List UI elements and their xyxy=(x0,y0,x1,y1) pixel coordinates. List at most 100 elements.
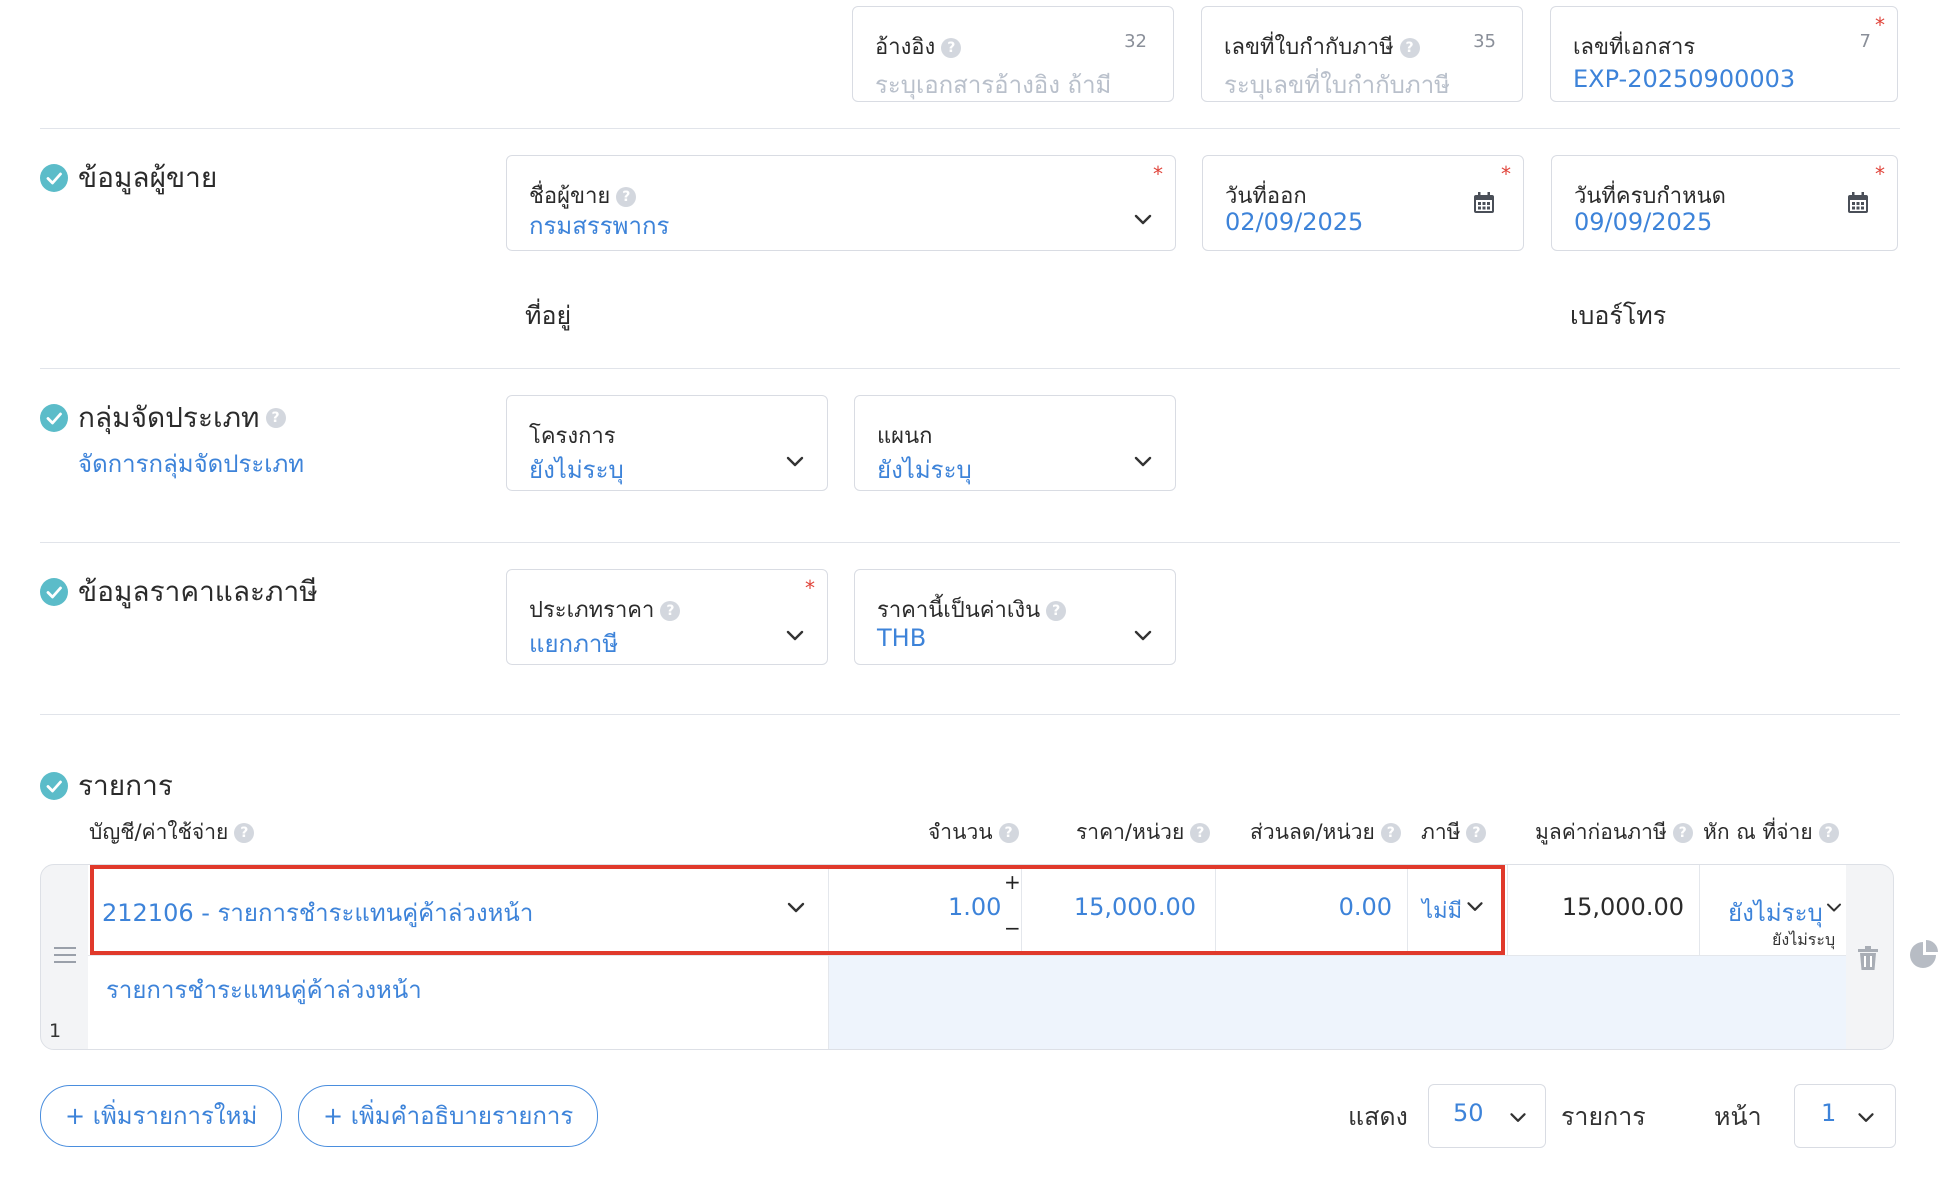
check-circle-icon xyxy=(40,404,68,432)
department-value: ยังไม่ระบุ xyxy=(877,456,972,484)
currency-select[interactable]: ราคานี้เป็นค่าเงิน? THB xyxy=(854,569,1176,665)
help-icon[interactable]: ? xyxy=(1672,823,1693,843)
calendar-icon[interactable] xyxy=(1847,192,1869,214)
help-icon[interactable]: ? xyxy=(1190,823,1211,843)
chevron-down-icon xyxy=(1853,1105,1879,1131)
tax-invoice-char-count: 35 xyxy=(1473,31,1496,52)
help-icon[interactable]: ? xyxy=(1818,823,1839,843)
col-unit-price: ราคา/หน่วย? xyxy=(1076,816,1211,849)
reference-field[interactable]: อ้างอิง? 32 ระบุเอกสารอ้างอิง ถ้ามี xyxy=(852,6,1174,102)
due-date-value: 09/09/2025 xyxy=(1574,208,1713,236)
add-description-button[interactable]: + เพิ่มคำอธิบายรายการ xyxy=(298,1085,599,1147)
phone-label: เบอร์โทร xyxy=(1570,301,1667,330)
help-icon[interactable]: ? xyxy=(660,601,681,621)
help-icon[interactable]: ? xyxy=(1466,823,1487,843)
help-icon[interactable]: ? xyxy=(265,408,286,428)
issue-date-field[interactable]: วันที่ออก * 02/09/2025 xyxy=(1202,155,1524,251)
item-description-input[interactable]: รายการชำระแทนคู่ค้าล่วงหน้า xyxy=(106,970,422,1009)
help-icon[interactable]: ? xyxy=(234,823,255,843)
vendor-name-select[interactable]: ชื่อผู้ขาย? * กรมสรรพากร xyxy=(506,155,1176,251)
divider xyxy=(40,128,1900,129)
price-type-select[interactable]: ประเภทราคา? * แยกภาษี xyxy=(506,569,828,665)
help-icon[interactable]: ? xyxy=(941,38,962,58)
chevron-down-icon[interactable] xyxy=(1129,206,1157,234)
due-date-field[interactable]: วันที่ครบกำหนด * 09/09/2025 xyxy=(1551,155,1898,251)
highlight-box xyxy=(90,865,1505,955)
row-index: 1 xyxy=(49,1020,62,1042)
required-marker: * xyxy=(805,576,815,600)
pre-tax-value: 15,000.00 xyxy=(1561,893,1684,921)
price-section-title: ข้อมูลราคาและภาษี xyxy=(40,570,318,614)
required-marker: * xyxy=(1153,162,1163,186)
col-tax: ภาษี? xyxy=(1421,816,1487,849)
reference-placeholder: ระบุเอกสารอ้างอิง ถ้ามี xyxy=(875,71,1112,99)
cell-divider xyxy=(1507,865,1508,955)
currency-label: ราคานี้เป็นค่าเงิน? xyxy=(877,592,1067,627)
currency-value: THB xyxy=(877,624,927,652)
trash-icon[interactable] xyxy=(1858,946,1878,970)
price-type-label: ประเภทราคา? xyxy=(529,592,681,627)
chevron-down-icon xyxy=(1505,1105,1531,1131)
wht-sub-label: ยังไม่ระบุ xyxy=(1772,930,1836,949)
chart-pie-icon[interactable] xyxy=(1908,940,1938,970)
tax-invoice-placeholder: ระบุเลขที่ใบกำกับภาษี xyxy=(1224,71,1450,99)
page-number-value: 1 xyxy=(1821,1099,1837,1127)
price-type-value: แยกภาษี xyxy=(529,630,619,658)
reference-char-count: 32 xyxy=(1124,31,1147,52)
col-account: บัญชี/ค่าใช้จ่าย? xyxy=(89,816,255,849)
department-label: แผนก xyxy=(877,424,933,449)
col-qty: จำนวน? xyxy=(928,816,1019,849)
help-icon[interactable]: ? xyxy=(998,823,1019,843)
col-pre-tax: มูลค่าก่อนภาษี? xyxy=(1535,816,1693,849)
page-number-select[interactable]: 1 xyxy=(1794,1084,1896,1148)
drag-handle-icon[interactable] xyxy=(54,947,76,965)
issue-date-value: 02/09/2025 xyxy=(1225,208,1364,236)
group-section-title: กลุ่มจัดประเภท? xyxy=(40,396,286,440)
check-circle-icon xyxy=(40,164,68,192)
project-label: โครงการ xyxy=(529,424,616,449)
manage-group-link[interactable]: จัดการกลุ่มจัดประเภท xyxy=(78,444,304,483)
document-no-label: เลขที่เอกสาร xyxy=(1573,35,1696,60)
calendar-icon[interactable] xyxy=(1473,192,1495,214)
tax-invoice-label: เลขที่ใบกำกับภาษี? xyxy=(1224,29,1420,64)
row-detail-area xyxy=(828,955,1846,1049)
items-label: รายการ xyxy=(1561,1102,1646,1131)
show-label: แสดง xyxy=(1348,1102,1408,1131)
cell-divider xyxy=(1699,865,1700,955)
department-select[interactable]: แผนก ยังไม่ระบุ xyxy=(854,395,1176,491)
document-no-value: EXP-20250900003 xyxy=(1573,65,1796,93)
help-icon[interactable]: ? xyxy=(1046,601,1067,621)
col-discount: ส่วนลด/หน่วย? xyxy=(1250,816,1401,849)
tax-invoice-field[interactable]: เลขที่ใบกำกับภาษี? 35 ระบุเลขที่ใบกำกับภ… xyxy=(1201,6,1523,102)
address-label: ที่อยู่ xyxy=(525,301,572,330)
page-label: หน้า xyxy=(1714,1102,1762,1131)
help-icon[interactable]: ? xyxy=(616,187,637,207)
items-section-title: รายการ xyxy=(40,764,173,808)
project-select[interactable]: โครงการ ยังไม่ระบุ xyxy=(506,395,828,491)
project-value: ยังไม่ระบุ xyxy=(529,456,624,484)
wht-select-value[interactable]: ยังไม่ระบุ xyxy=(1728,893,1823,932)
chevron-down-icon[interactable] xyxy=(1129,622,1157,650)
check-circle-icon xyxy=(40,772,68,800)
col-wht: หัก ณ ที่จ่าย? xyxy=(1703,816,1839,849)
chevron-down-icon[interactable] xyxy=(1822,896,1846,920)
required-marker: * xyxy=(1875,162,1885,186)
required-marker: * xyxy=(1501,162,1511,186)
page-size-value: 50 xyxy=(1453,1099,1484,1127)
required-marker: * xyxy=(1875,13,1885,37)
page-size-select[interactable]: 50 xyxy=(1428,1084,1546,1148)
document-no-field[interactable]: เลขที่เอกสาร * 7 EXP-20250900003 xyxy=(1550,6,1898,102)
add-item-button[interactable]: + เพิ่มรายการใหม่ xyxy=(40,1085,283,1147)
divider xyxy=(40,542,1900,543)
divider xyxy=(40,368,1900,369)
help-icon[interactable]: ? xyxy=(1380,823,1401,843)
divider xyxy=(40,714,1900,715)
chevron-down-icon[interactable] xyxy=(781,448,809,476)
chevron-down-icon[interactable] xyxy=(1129,448,1157,476)
chevron-down-icon[interactable] xyxy=(781,622,809,650)
check-circle-icon xyxy=(40,578,68,606)
reference-label: อ้างอิง? xyxy=(875,29,962,64)
row-separator xyxy=(88,955,1846,956)
vendor-name-value: กรมสรรพากร xyxy=(529,212,670,240)
help-icon[interactable]: ? xyxy=(1399,38,1420,58)
